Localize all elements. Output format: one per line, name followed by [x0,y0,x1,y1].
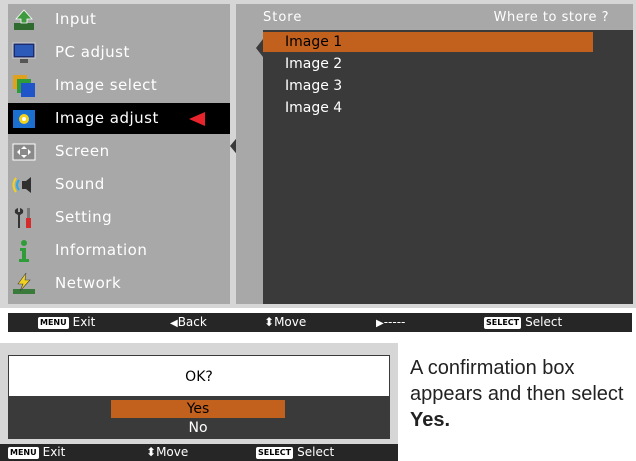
menu-item-label: Image select [55,76,158,94]
select-key-icon: SELECT [256,447,294,459]
menu-item-setting[interactable]: Setting [8,202,230,233]
up-down-arrow-icon: ⬍ [264,315,275,329]
menu-item-label: Sound [55,175,105,193]
move-hint: ⬍Move [264,315,306,329]
exit-hint: MENU Exit [38,315,95,329]
panel-header: Store Where to store ? [236,4,633,30]
caption-text: A confirmation box appears and then sele… [410,357,624,405]
exit-hint: MENU Exit [8,445,65,459]
store-slot-image-2[interactable]: Image 2 [263,54,593,74]
menu-item-label: Input [55,10,97,28]
panel-subtitle: Where to store ? [493,10,609,25]
network-icon [13,272,35,294]
panel-title: Store [263,10,303,25]
menu-item-label: Network [55,274,122,292]
move-hint: ⬍Move [146,445,188,459]
select-hint: SELECT Select [484,315,562,329]
main-menu-sidebar: Input PC adjust Image select Image adjus… [8,4,230,304]
store-slot-image-4[interactable]: Image 4 [263,98,593,118]
move-hint-label: Move [274,315,307,329]
left-arrow-icon: ◀ [170,318,178,329]
store-slot-image-1[interactable]: Image 1 [263,32,593,52]
pc-adjust-icon [12,42,36,63]
menu-item-sound[interactable]: Sound [8,169,230,200]
information-icon [19,240,29,262]
dialog-help-bar: MENU Exit ⬍Move SELECT Select [0,444,398,461]
projector-osd-menu: Input PC adjust Image select Image adjus… [0,0,636,308]
osd-help-bar: MENU Exit ◀Back ⬍Move ▶----- SELECT Select [8,313,632,332]
menu-key-icon: MENU [8,447,39,459]
menu-key-icon: MENU [38,317,69,329]
back-hint: ◀Back [170,315,207,329]
setting-icon [14,208,31,228]
next-hint: ▶----- [376,315,405,329]
instruction-caption: A confirmation box appears and then sele… [410,355,632,433]
image-adjust-icon [13,110,35,128]
list-pointer [256,39,263,57]
caption-bold: Yes. [410,409,451,431]
menu-item-label: Information [55,241,148,259]
menu-item-label: Screen [55,142,110,160]
exit-hint-label: Exit [42,445,66,459]
menu-item-network[interactable]: Network [8,268,230,299]
exit-hint-label: Exit [72,315,96,329]
store-slot-label: Image 2 [285,56,343,72]
confirmation-question: OK? [185,369,213,385]
input-icon [14,9,34,30]
menu-item-image-adjust[interactable]: Image adjust [8,103,230,134]
menu-item-label: Image adjust [55,109,159,127]
confirmation-dialog: OK? Yes No MENU Exit ⬍Move SELECT Select [0,343,398,461]
store-panel: Store Where to store ? Image 1 Image 2 I… [236,4,633,304]
store-slot-list: Image 1 Image 2 Image 3 Image 4 [263,30,633,304]
menu-item-input[interactable]: Input [8,4,230,35]
store-slot-label: Image 3 [285,78,343,94]
menu-item-image-select[interactable]: Image select [8,70,230,101]
next-hint-label: ----- [383,315,406,329]
store-slot-image-3[interactable]: Image 3 [263,76,593,96]
select-hint: SELECT Select [256,445,334,459]
back-hint-label: Back [177,315,207,329]
menu-item-screen[interactable]: Screen [8,136,230,167]
store-slot-label: Image 1 [285,34,343,50]
no-option[interactable]: No [111,419,285,437]
active-indicator-icon [189,112,205,126]
right-arrow-icon: ▶ [376,318,384,329]
store-slot-label: Image 4 [285,100,343,116]
select-key-icon: SELECT [484,317,522,329]
up-down-arrow-icon: ⬍ [146,445,157,459]
move-hint-label: Move [156,445,189,459]
select-hint-label: Select [297,445,335,459]
menu-item-information[interactable]: Information [8,235,230,266]
menu-item-label: PC adjust [55,43,130,61]
yes-option[interactable]: Yes [111,400,285,418]
menu-item-pc-adjust[interactable]: PC adjust [8,37,230,68]
screen-icon [12,143,36,161]
question-panel: OK? [9,356,389,396]
sound-icon [12,177,31,193]
image-select-icon [13,75,35,97]
confirmation-box: OK? Yes No [8,355,390,439]
select-hint-label: Select [525,315,563,329]
menu-item-label: Setting [55,208,113,226]
